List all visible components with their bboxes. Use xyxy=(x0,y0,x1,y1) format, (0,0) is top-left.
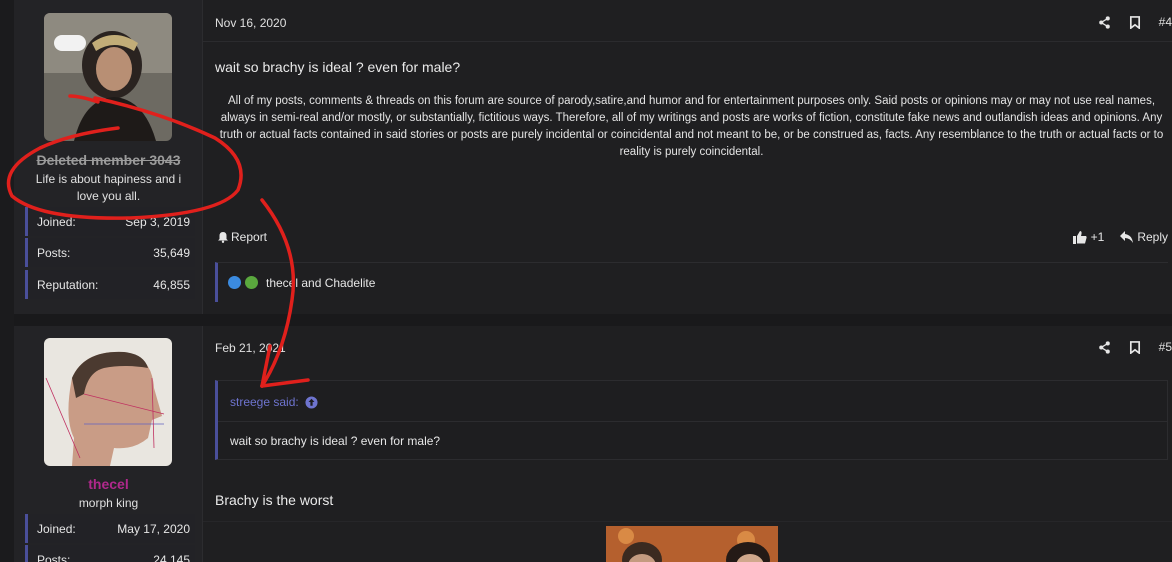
reactions-text[interactable]: thecel and Chadelite xyxy=(266,276,375,290)
user-title: Life is about hapiness and i love you al… xyxy=(35,172,182,203)
post-main: Feb 21, 2021 #5 streege said: wait so br… xyxy=(203,326,1172,562)
stat-joined: Joined: Sep 3, 2019 xyxy=(25,207,195,236)
stat-joined: Joined: May 17, 2020 xyxy=(25,514,195,543)
post-number[interactable]: #4 xyxy=(1159,15,1172,29)
like-button[interactable]: +1 xyxy=(1072,230,1105,244)
quote-author[interactable]: streege said: xyxy=(230,395,299,409)
quote-attribution[interactable]: streege said: xyxy=(230,395,318,409)
post-4: Deleted member 3043 Life is about hapine… xyxy=(14,0,1172,314)
stat-value: 35,649 xyxy=(153,246,190,260)
post-date[interactable]: Nov 16, 2020 xyxy=(215,16,286,30)
reply-icon xyxy=(1120,231,1134,243)
post-body-text: Brachy is the worst xyxy=(215,492,334,508)
share-icon[interactable] xyxy=(1098,15,1111,29)
user-column: Deleted member 3043 Life is about hapine… xyxy=(14,0,203,314)
like-reaction-icon xyxy=(228,276,241,289)
footer-actions: +1 Reply xyxy=(1072,230,1168,244)
user-title: morph king xyxy=(78,496,139,510)
stat-label: Joined: xyxy=(37,215,76,229)
avatar[interactable] xyxy=(44,13,172,141)
report-button[interactable]: Report xyxy=(217,230,267,244)
post-main: Nov 16, 2020 #4 wait so brachy is ideal … xyxy=(203,0,1172,314)
reactions-bar[interactable]: thecel and Chadelite xyxy=(215,262,1168,302)
post-number[interactable]: #5 xyxy=(1159,340,1172,354)
emoji-reaction-icon xyxy=(245,276,258,289)
stat-label: Posts: xyxy=(37,246,71,260)
post-separator xyxy=(14,314,1172,326)
bookmark-icon[interactable] xyxy=(1129,15,1141,29)
reply-label: Reply xyxy=(1137,230,1168,244)
username[interactable]: thecel xyxy=(14,476,203,492)
stat-posts: Posts: 35,649 xyxy=(25,238,195,267)
post-body-text: wait so brachy is ideal ? even for male? xyxy=(215,59,461,75)
stat-value: Sep 3, 2019 xyxy=(125,215,190,229)
username[interactable]: Deleted member 3043 xyxy=(14,152,203,168)
bell-icon xyxy=(217,231,229,243)
divider xyxy=(203,521,1172,522)
avatar[interactable] xyxy=(44,338,172,466)
quote-block: streege said: wait so brachy is ideal ? … xyxy=(215,380,1168,460)
divider xyxy=(218,421,1167,422)
signature: All of my posts, comments & threads on t… xyxy=(219,95,1164,158)
stat-posts: Posts: 24,145 xyxy=(25,545,195,562)
report-label: Report xyxy=(231,230,268,244)
divider xyxy=(203,41,1172,42)
stat-value: May 17, 2020 xyxy=(117,522,190,536)
stat-value: 46,855 xyxy=(153,278,190,292)
bookmark-icon[interactable] xyxy=(1129,340,1141,354)
stat-label: Reputation: xyxy=(37,278,99,292)
post-actions: #4 xyxy=(1098,14,1172,30)
quote-text: wait so brachy is ideal ? even for male? xyxy=(230,434,441,448)
user-column: thecel morph king Joined: May 17, 2020 P… xyxy=(14,326,203,562)
post-image[interactable] xyxy=(606,526,778,562)
share-icon[interactable] xyxy=(1098,340,1111,354)
stat-label: Joined: xyxy=(37,522,76,536)
arrow-up-circle-icon[interactable] xyxy=(305,395,318,409)
reply-button[interactable]: Reply xyxy=(1120,230,1168,244)
post-5: thecel morph king Joined: May 17, 2020 P… xyxy=(14,326,1172,562)
stat-value: 24,145 xyxy=(153,553,190,562)
stat-reputation: Reputation: 46,855 xyxy=(25,270,195,299)
thumbs-up-icon xyxy=(1072,230,1087,244)
post-date[interactable]: Feb 21, 2021 xyxy=(215,341,286,355)
post-actions: #5 xyxy=(1098,339,1172,355)
like-count: +1 xyxy=(1090,230,1105,244)
stat-label: Posts: xyxy=(37,553,71,562)
